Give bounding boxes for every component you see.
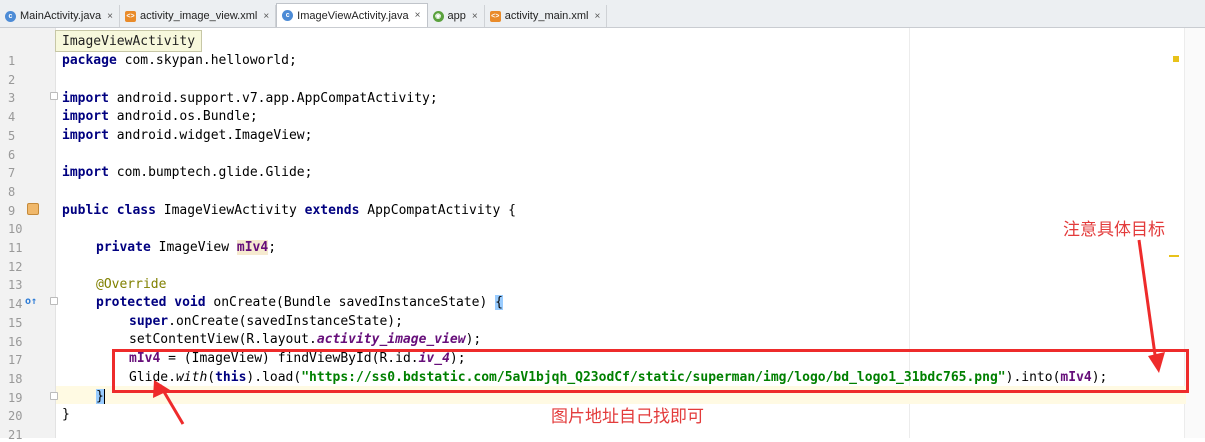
arrow-to-target [1137, 239, 1158, 363]
arrow-head-target [1148, 352, 1165, 373]
annotation-arrows [153, 239, 1165, 425]
